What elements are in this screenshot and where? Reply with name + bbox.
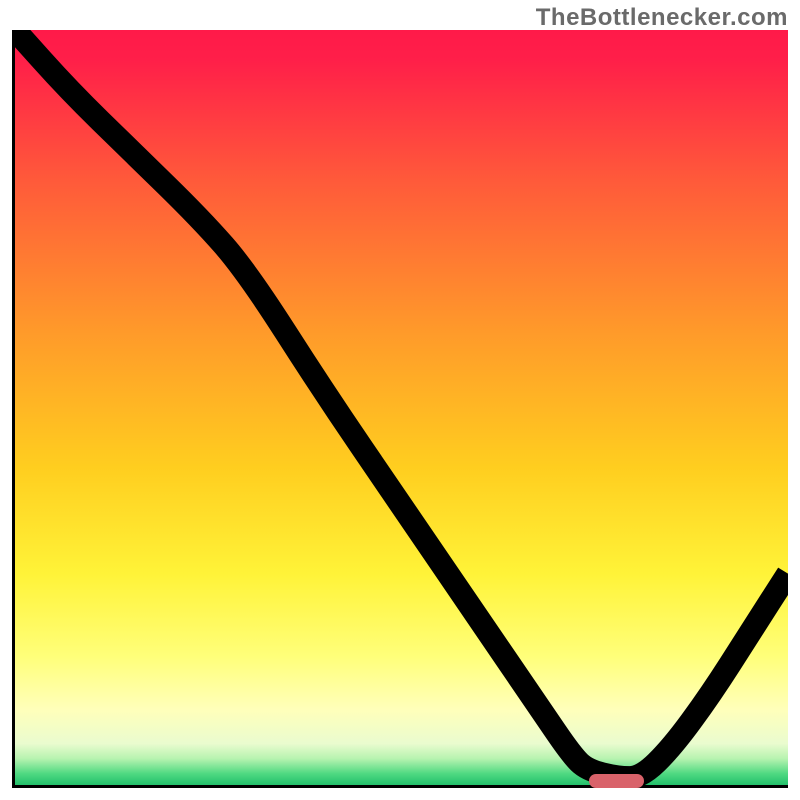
- watermark-text: TheBottlenecker.com: [536, 4, 788, 32]
- chart-container: TheBottlenecker.com: [0, 0, 800, 800]
- plot-area: [12, 30, 788, 788]
- bottleneck-curve: [15, 30, 788, 785]
- optimal-range-marker: [589, 774, 643, 788]
